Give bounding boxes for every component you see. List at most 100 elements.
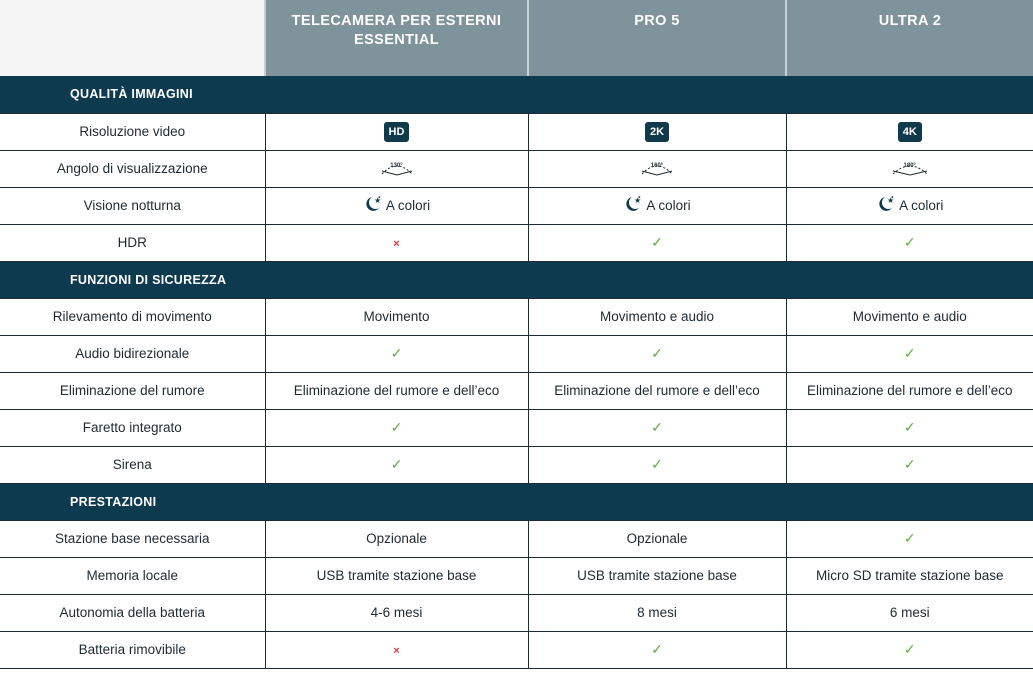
row-label: Rilevamento di movimento bbox=[0, 297, 266, 336]
moon-stars-icon: ★ ★ bbox=[363, 195, 383, 216]
resolution-badge: HD bbox=[383, 121, 410, 142]
viewing-angle-value: 160° bbox=[650, 162, 664, 169]
cell-text: Micro SD tramite stazione base bbox=[815, 568, 1004, 583]
table-cell: ✓ bbox=[785, 408, 1033, 447]
table-cell: × bbox=[264, 630, 529, 669]
check-icon: ✓ bbox=[903, 641, 916, 657]
row-label: Stazione base necessaria bbox=[0, 519, 266, 558]
table-cell: 130° bbox=[264, 149, 529, 188]
table-cell: 4-6 mesi bbox=[264, 593, 529, 632]
table-cell: USB tramite stazione base bbox=[264, 556, 529, 595]
check-icon: ✓ bbox=[903, 530, 916, 546]
table-cell: ✓ bbox=[527, 334, 787, 373]
viewing-angle-icon: 180° bbox=[891, 161, 929, 176]
check-icon: ✓ bbox=[903, 345, 916, 361]
section-header-prestazioni: PRESTAZIONI bbox=[0, 483, 1033, 520]
check-icon: ✓ bbox=[651, 419, 663, 435]
table-cell: 160° bbox=[527, 149, 787, 188]
table-cell: ✓ bbox=[785, 519, 1033, 558]
viewing-angle-icon: 130° bbox=[380, 161, 414, 176]
table-cell: Eliminazione del rumore e dell’eco bbox=[785, 371, 1033, 410]
check-icon: ✓ bbox=[903, 234, 916, 250]
table-cell: ✓ bbox=[527, 630, 787, 669]
table-cell: Opzionale bbox=[264, 519, 529, 558]
table-row: HDR × ✓ ✓ bbox=[0, 223, 1033, 262]
header-row: TELECAMERA PER ESTERNI ESSENTIAL PRO 5 U… bbox=[0, 0, 1033, 76]
svg-text:★: ★ bbox=[638, 195, 642, 200]
moon-stars-icon: ★ ★ bbox=[623, 195, 643, 216]
svg-text:★: ★ bbox=[891, 195, 895, 200]
cell-text: USB tramite stazione base bbox=[316, 568, 477, 583]
row-label: HDR bbox=[0, 223, 266, 262]
column-header-essential: TELECAMERA PER ESTERNI ESSENTIAL bbox=[264, 0, 528, 76]
moon-stars-icon: ★ ★ bbox=[876, 195, 896, 216]
section-title: PRESTAZIONI bbox=[0, 483, 1033, 520]
table-row: Stazione base necessaria Opzionale Opziona… bbox=[0, 519, 1033, 558]
night-vision-value: A colori bbox=[385, 198, 431, 213]
table-row: Memoria locale USB tramite stazione base U… bbox=[0, 556, 1033, 595]
check-icon: ✓ bbox=[651, 234, 663, 250]
table-cell: 4K bbox=[785, 112, 1033, 151]
table-row: Angolo di visualizzazione 130° 160° 180° bbox=[0, 149, 1033, 188]
row-label: Memoria locale bbox=[0, 556, 266, 595]
table-row: Autonomia della batteria 4-6 mesi 8 mesi 6 … bbox=[0, 593, 1033, 632]
check-icon: ✓ bbox=[651, 345, 663, 361]
cell-text: Eliminazione del rumore e dell’eco bbox=[554, 383, 760, 398]
table-cell: ✓ bbox=[264, 408, 529, 447]
table-cell: ✓ bbox=[785, 630, 1033, 669]
cell-text: 4-6 mesi bbox=[370, 605, 423, 620]
cell-text: USB tramite stazione base bbox=[577, 568, 737, 583]
table-cell: ★ ★ A colori bbox=[785, 186, 1033, 225]
table-cell: Movimento e audio bbox=[527, 297, 787, 336]
row-label: Sirena bbox=[0, 445, 266, 484]
cell-text: Opzionale bbox=[626, 531, 688, 546]
table-cell: 8 mesi bbox=[527, 593, 787, 632]
row-label: Faretto integrato bbox=[0, 408, 266, 447]
table-cell: ✓ bbox=[264, 334, 529, 373]
resolution-badge: 4K bbox=[897, 121, 922, 142]
table-cell: ✓ bbox=[527, 445, 787, 484]
row-label: Autonomia della batteria bbox=[0, 593, 266, 632]
section-title: FUNZIONI DI SICUREZZA bbox=[0, 261, 1033, 298]
check-icon: ✓ bbox=[390, 345, 403, 361]
row-label: Eliminazione del rumore bbox=[0, 371, 266, 410]
table-cell: ✓ bbox=[527, 223, 787, 262]
cross-icon: × bbox=[393, 238, 400, 250]
table-cell: ✓ bbox=[785, 445, 1033, 484]
table-cell: ✓ bbox=[785, 223, 1033, 262]
row-label: Audio bidirezionale bbox=[0, 334, 266, 373]
night-vision-value: A colori bbox=[646, 198, 691, 213]
cell-text: Eliminazione del rumore e dell’eco bbox=[806, 383, 1013, 398]
cross-icon: × bbox=[393, 645, 400, 657]
cell-text: Movimento e audio bbox=[852, 309, 967, 324]
cell-text: 8 mesi bbox=[637, 605, 677, 620]
table-cell: ★ ★ A colori bbox=[264, 186, 529, 225]
row-label: Risoluzione video bbox=[0, 112, 266, 151]
table-row: Batteria rimovibile × ✓ ✓ bbox=[0, 630, 1033, 669]
column-header-ultra-2: ULTRA 2 bbox=[785, 0, 1033, 76]
table-cell: Eliminazione del rumore e dell’eco bbox=[264, 371, 529, 410]
table-cell: 6 mesi bbox=[785, 593, 1033, 632]
check-icon: ✓ bbox=[390, 419, 403, 435]
table-cell: USB tramite stazione base bbox=[527, 556, 787, 595]
table-row: Visione notturna ★ ★ A colori ★ ★ A colori ★ ★ A … bbox=[0, 186, 1033, 225]
section-title: QUALITÀ IMMAGINI bbox=[0, 76, 1033, 113]
table-cell: × bbox=[264, 223, 529, 262]
check-icon: ✓ bbox=[651, 641, 663, 657]
check-icon: ✓ bbox=[651, 456, 663, 472]
check-icon: ✓ bbox=[390, 456, 403, 472]
cell-text: Movimento e audio bbox=[599, 309, 715, 324]
cell-text: Eliminazione del rumore e dell’eco bbox=[293, 383, 500, 398]
table-cell: ✓ bbox=[527, 408, 787, 447]
comparison-table: TELECAMERA PER ESTERNI ESSENTIAL PRO 5 U… bbox=[0, 0, 1033, 669]
table-cell: Movimento bbox=[264, 297, 529, 336]
table-cell: ✓ bbox=[264, 445, 529, 484]
viewing-angle-value: 130° bbox=[390, 162, 403, 169]
row-label: Angolo di visualizzazione bbox=[0, 149, 266, 188]
table-row: Rilevamento di movimento Movimento Movimen… bbox=[0, 297, 1033, 336]
table-row: Risoluzione video HD 2K 4K bbox=[0, 112, 1033, 151]
table-cell: Eliminazione del rumore e dell’eco bbox=[527, 371, 787, 410]
check-icon: ✓ bbox=[903, 456, 916, 472]
table-cell: 2K bbox=[527, 112, 787, 151]
cell-text: Opzionale bbox=[366, 531, 427, 546]
